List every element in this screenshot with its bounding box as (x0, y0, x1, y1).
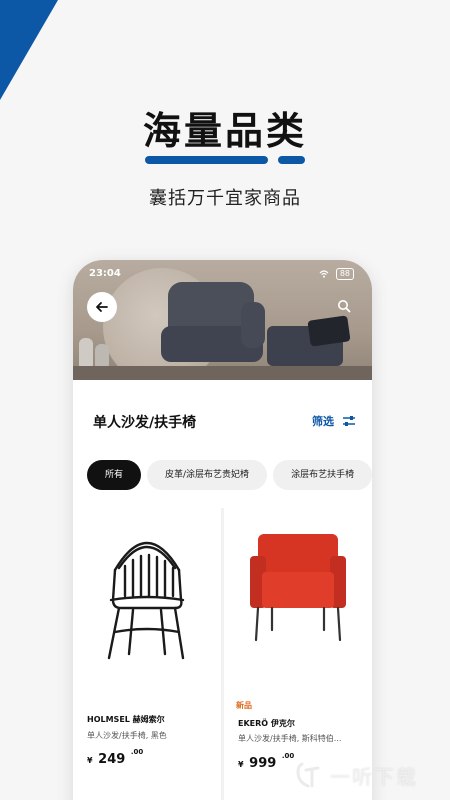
product-card[interactable]: 新品 EKERÖ 伊克尔 单人沙发/扶手椅, 斯科特伯... ¥ 999 .00 (224, 508, 372, 800)
chip-coated-armchair[interactable]: 涂层布艺扶手椅 (273, 460, 372, 490)
black-rattan-chair-image (107, 542, 185, 660)
back-button[interactable] (87, 292, 117, 322)
battery-indicator: 88 (335, 268, 354, 280)
product-grid: HOLMSEL 赫姆索尔 单人沙发/扶手椅, 黑色 ¥ 249 .00 新品 E… (73, 508, 372, 800)
title-underline (145, 156, 305, 164)
price-integer: 999 (249, 756, 277, 771)
price-decimal: .00 (130, 748, 144, 756)
promo-title: 海量品类 (142, 109, 307, 153)
hero-vase (95, 344, 109, 368)
filter-button[interactable]: 筛选 (312, 413, 356, 429)
category-title: 单人沙发/扶手椅 (93, 415, 197, 431)
status-icons: 88 (319, 268, 354, 280)
underline-bar-short (278, 156, 305, 164)
search-icon (338, 300, 351, 313)
filter-label: 筛选 (312, 415, 334, 428)
watermark-text: 一听下载 (330, 764, 418, 789)
product-price: ¥ 249 .00 (87, 748, 143, 767)
sliders-icon (343, 416, 355, 426)
product-name: EKERÖ 伊克尔 (238, 719, 295, 728)
red-armchair-image (250, 534, 346, 642)
watermark: 一听下载 (294, 760, 418, 790)
chip-all[interactable]: 所有 (87, 460, 142, 490)
price-currency: ¥ (238, 760, 244, 769)
filter-chips: 所有 皮革/涂层布艺贵妃椅 涂层布艺扶手椅 (87, 460, 372, 492)
underline-bar-long (145, 156, 268, 164)
corner-accent-triangle (0, 0, 58, 100)
product-name: HOLMSEL 赫姆索尔 (87, 715, 165, 724)
hero-chair-arm (241, 302, 265, 348)
price-decimal: .00 (281, 752, 295, 760)
status-time: 23:04 (89, 268, 121, 279)
chip-leather-chaise[interactable]: 皮革/涂层布艺贵妃椅 (147, 460, 268, 490)
arrow-left-icon (96, 302, 108, 312)
product-description: 单人沙发/扶手椅, 黑色 (87, 731, 167, 740)
hero-floor (73, 366, 372, 380)
promo-subtitle: 囊括万千宜家商品 (149, 188, 301, 209)
new-badge: 新品 (236, 701, 252, 710)
listen-logo-icon (296, 762, 320, 788)
hero-throw-blanket (307, 315, 351, 347)
product-description: 单人沙发/扶手椅, 斯科特伯... (238, 734, 342, 743)
search-button[interactable] (334, 296, 354, 316)
product-price: ¥ 999 .00 (238, 752, 294, 771)
hero-banner-image: 23:04 88 (73, 260, 372, 380)
phone-screen: 23:04 88 单人沙发/扶手椅 筛选 所有 皮革/涂层布艺贵妃椅 涂层布艺扶… (73, 260, 372, 800)
wifi-icon (319, 269, 329, 278)
price-currency: ¥ (87, 756, 93, 765)
price-integer: 249 (98, 752, 126, 767)
hero-vase (79, 338, 93, 368)
product-card[interactable]: HOLMSEL 赫姆索尔 单人沙发/扶手椅, 黑色 ¥ 249 .00 (73, 508, 221, 800)
